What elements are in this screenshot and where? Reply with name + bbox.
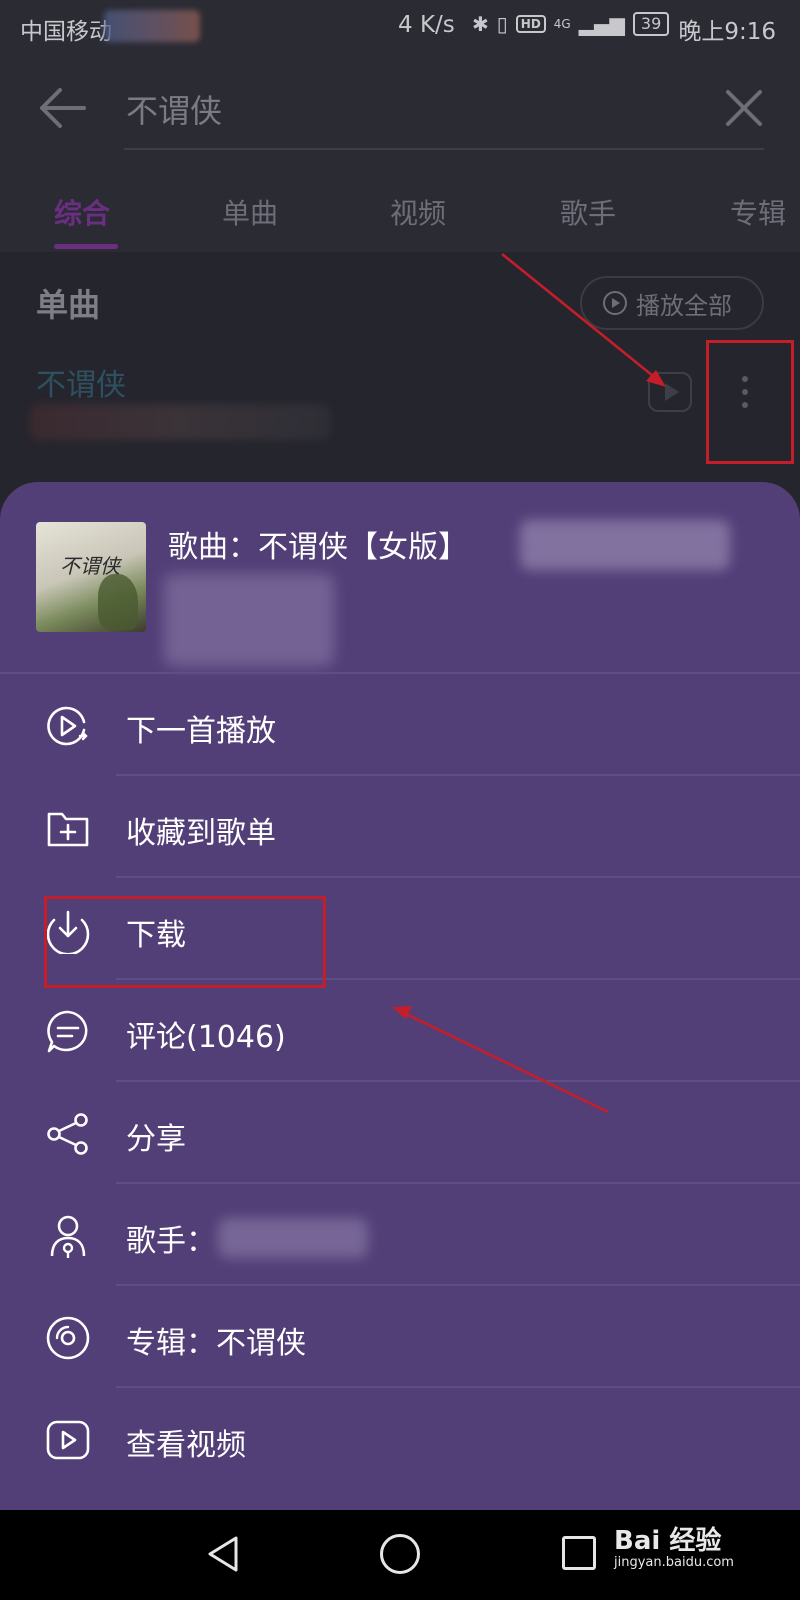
annotation-box-download: [44, 896, 326, 988]
back-arrow-icon[interactable]: [36, 86, 88, 130]
menu-item-play-next[interactable]: 下一首播放: [0, 674, 800, 776]
tab-albums[interactable]: 专辑: [730, 192, 786, 232]
network-speed: 4 K/s: [398, 12, 455, 38]
search-bar: 不谓侠: [0, 56, 800, 156]
nav-back-icon[interactable]: [204, 1534, 244, 1574]
sheet-song-label: 歌曲：不谓侠【女版】: [168, 530, 468, 565]
song-options-sheet: 不谓侠 歌曲：不谓侠【女版】 下一首播放 收藏到歌单 下载 评论(1046) 分…: [0, 482, 800, 1510]
annotation-box-more: [706, 340, 794, 464]
menu-item-singer[interactable]: 歌手：: [0, 1184, 800, 1286]
signal-bars-icon: ▂▄▆: [578, 12, 625, 36]
clock: 晚上9:16: [678, 19, 776, 45]
menu-label-add-to-playlist: 收藏到歌单: [126, 816, 276, 851]
menu-label-comment: 评论(1046): [126, 1020, 286, 1055]
status-icons: ✱ ▯ HD 4G ▂▄▆ 39: [472, 12, 670, 36]
system-nav-bar: Bai 经验 jingyan.baidu.com: [0, 1510, 800, 1600]
hd-badge: HD: [515, 15, 546, 33]
watermark-main: Bai 经验: [614, 1526, 722, 1556]
signal-icon: 4G: [553, 17, 571, 31]
baidu-watermark: Bai 经验 jingyan.baidu.com: [614, 1520, 734, 1570]
clear-icon[interactable]: [722, 86, 766, 130]
menu-item-add-to-playlist[interactable]: 收藏到歌单: [0, 776, 800, 878]
play-next-icon: [47, 706, 88, 746]
menu-item-share[interactable]: 分享: [0, 1082, 800, 1184]
nav-recents-icon[interactable]: [562, 1536, 596, 1570]
sheet-header: 不谓侠 歌曲：不谓侠【女版】: [0, 482, 800, 672]
bluetooth-icon: ✱: [472, 12, 489, 36]
carrier-name: 中国移动: [20, 19, 112, 45]
nav-home-icon[interactable]: [380, 1534, 420, 1574]
album-art: 不谓侠: [36, 522, 146, 632]
album-icon: [46, 1316, 90, 1360]
singer-icon: [50, 1215, 86, 1258]
video-icon: [46, 1420, 90, 1460]
add-to-folder-icon: [47, 812, 89, 847]
album-art-figure: [98, 574, 138, 630]
song-row-artist-blur: [30, 404, 330, 440]
play-all-button[interactable]: 播放全部: [580, 276, 764, 330]
background-screen: 中国移动 4 K/s ✱ ▯ HD 4G ▂▄▆ 39 晚上9:16 不谓侠 综…: [0, 0, 800, 502]
menu-label-video: 查看视频: [126, 1428, 246, 1463]
song-artist-blur: [164, 574, 334, 666]
options-menu: 下一首播放 收藏到歌单 下载 评论(1046) 分享 歌手： 专辑：不谓侠 查看…: [0, 674, 800, 1490]
watermark-url: jingyan.baidu.com: [614, 1555, 734, 1570]
search-underline: [124, 148, 764, 150]
menu-item-album[interactable]: 专辑：不谓侠: [0, 1286, 800, 1388]
row-play-icon[interactable]: [648, 372, 692, 412]
tab-videos[interactable]: 视频: [390, 192, 446, 232]
tab-singers[interactable]: 歌手: [560, 192, 616, 232]
menu-label-album: 专辑：不谓侠: [126, 1326, 306, 1361]
tab-overall[interactable]: 综合: [54, 192, 110, 232]
comment-icon: [47, 1010, 88, 1053]
battery-icon: 39: [632, 12, 670, 36]
share-icon: [47, 1113, 88, 1155]
status-bar: 中国移动 4 K/s ✱ ▯ HD 4G ▂▄▆ 39 晚上9:16: [0, 0, 800, 56]
play-all-label: 播放全部: [636, 291, 732, 320]
singer-name-blur: [218, 1218, 368, 1258]
section-title: 单曲: [36, 286, 101, 324]
song-label-blur: [520, 520, 730, 570]
result-tabs: 综合 单曲 视频 歌手 专辑: [0, 156, 800, 252]
play-circle-icon: [603, 291, 627, 315]
carrier-blur: [104, 10, 200, 42]
menu-item-comment[interactable]: 评论(1046): [0, 980, 800, 1082]
songs-section: 单曲 播放全部 不谓侠: [0, 252, 800, 502]
active-tab-indicator: [54, 244, 118, 249]
menu-item-video[interactable]: 查看视频: [0, 1388, 800, 1490]
vibrate-icon: ▯: [496, 12, 508, 36]
search-input[interactable]: 不谓侠: [126, 86, 222, 132]
menu-label-singer: 歌手：: [126, 1224, 216, 1259]
tab-songs[interactable]: 单曲: [222, 192, 278, 232]
song-row-title[interactable]: 不谓侠: [36, 360, 126, 404]
menu-label-share: 分享: [126, 1122, 186, 1157]
menu-label-play-next: 下一首播放: [126, 714, 276, 749]
